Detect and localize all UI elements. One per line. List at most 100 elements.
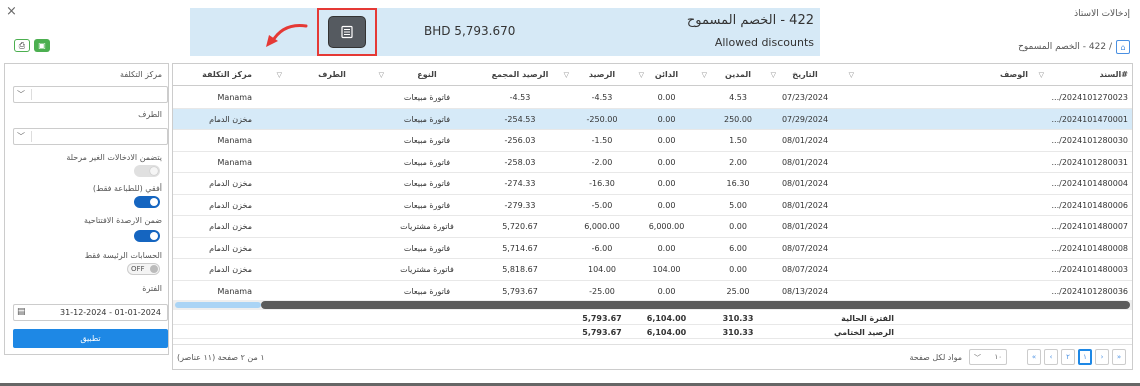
pager-button[interactable]: » xyxy=(1112,349,1126,365)
cost-center-label: مركز التكلفة xyxy=(120,70,162,79)
ledger-entries-window: × إدخالات الاستاذ / 422 - الخصم المسموح … xyxy=(0,0,1140,386)
table-row[interactable]: .../2024101480008 08/07/2024 6.00 0.00 -6.00… xyxy=(173,238,1132,259)
cell-debit: 0.00 xyxy=(729,265,747,274)
calendar-icon[interactable]: ▤ xyxy=(17,307,26,317)
cell-serial: .../2024101470001 xyxy=(1051,114,1129,124)
cell-serial: .../2024101480003 xyxy=(1051,265,1129,274)
print-button[interactable]: ⎙ xyxy=(14,39,30,52)
document-list-icon xyxy=(341,25,353,39)
period-date-range[interactable]: ▤ 31-12-2024 - 01-01-2024 xyxy=(13,304,168,321)
cell-type: فاتورة مبيعات xyxy=(403,243,451,253)
filter-icon[interactable]: ▽ xyxy=(702,71,707,79)
highlight-box xyxy=(317,8,377,56)
filter-icon[interactable]: ▽ xyxy=(277,71,282,79)
period-value: 31-12-2024 - 01-01-2024 xyxy=(60,308,161,317)
cell-cumulative: -274.33 xyxy=(504,179,536,188)
col-header-debit[interactable]: المدين xyxy=(714,64,762,86)
col-header-cost-center[interactable]: مركز التكلفة xyxy=(176,64,252,86)
pager-buttons: «‹ ٢ ١ ›» xyxy=(1027,349,1126,365)
scrollbar-thumb[interactable] xyxy=(261,301,1130,309)
summary-button[interactable] xyxy=(328,16,366,48)
cell-debit: 5.00 xyxy=(729,200,747,210)
party-select[interactable]: ﹀ xyxy=(13,128,168,145)
cell-date: 07/29/2024 xyxy=(781,114,829,124)
col-header-serial[interactable]: السند# xyxy=(1048,64,1128,86)
cell-cost-center: مخزن الدمام xyxy=(209,114,252,124)
table-row[interactable]: .../2024101280030 08/01/2024 1.50 0.00 -1.50… xyxy=(173,130,1132,152)
filter-icon[interactable]: ▽ xyxy=(639,71,644,79)
filter-icon[interactable]: ▽ xyxy=(1039,71,1044,79)
filter-icon[interactable]: ▽ xyxy=(849,71,854,79)
totals-label: الفترة الحالية xyxy=(841,314,894,323)
cell-type: فاتورة مبيعات xyxy=(403,157,451,167)
home-icon[interactable]: ⌂ xyxy=(1116,40,1130,54)
page-size-select[interactable]: ١٠ ﹀ xyxy=(969,349,1007,365)
filter-icon[interactable]: ▽ xyxy=(564,71,569,79)
col-header-party[interactable]: الطرف xyxy=(292,64,372,86)
cell-serial: .../2024101280030 xyxy=(1051,136,1129,145)
cell-cumulative: -258.03 xyxy=(504,157,536,167)
table-row[interactable]: .../2024101470001 07/29/2024 250.00 0.00 -25… xyxy=(173,108,1132,130)
table-row[interactable]: .../2024101480003 08/07/2024 0.00 104.00 104… xyxy=(173,259,1132,281)
toggle-state-text: OFF xyxy=(131,265,145,273)
horizontal-label: أفقي (للطباعة فقط) xyxy=(92,184,162,193)
chevron-down-icon: ﹀ xyxy=(974,354,981,362)
totals-balance: 5,793.67 xyxy=(582,328,622,337)
horizontal-toggle[interactable] xyxy=(134,196,160,208)
include-unposted-label: يتضمن الادخالات الغير مرحلة xyxy=(66,153,162,162)
col-header-date[interactable]: التاريخ xyxy=(770,64,840,86)
excel-icon: ▣ xyxy=(38,41,46,50)
opening-balances-toggle[interactable] xyxy=(134,230,160,242)
col-header-description[interactable]: الوصف xyxy=(948,64,1028,86)
main-accounts-toggle[interactable]: OFF xyxy=(127,263,160,275)
include-unposted-toggle[interactable] xyxy=(134,165,160,177)
col-header-balance[interactable]: الرصيد xyxy=(572,64,632,86)
cell-balance: -4.53 xyxy=(591,93,613,102)
cell-balance: -250.00 xyxy=(586,114,618,124)
pager-button[interactable]: ٢ xyxy=(1061,349,1075,365)
totals-balance: 5,793.67 xyxy=(582,314,622,323)
cell-debit: 6.00 xyxy=(729,243,747,253)
cell-cumulative: -279.33 xyxy=(504,200,536,210)
table-row[interactable]: .../2024101480007 08/01/2024 0.00 6,000.00 6… xyxy=(173,216,1132,238)
cost-center-select[interactable]: ﹀ xyxy=(13,86,168,103)
cell-cumulative: 5,793.67 xyxy=(502,286,538,296)
pager-button[interactable]: › xyxy=(1095,349,1109,365)
table-row[interactable]: .../2024101280036 08/13/2024 25.00 0.00 -25.… xyxy=(173,281,1132,302)
table-row[interactable]: .../2024101480004 08/01/2024 16.30 0.00 -16.… xyxy=(173,173,1132,195)
pager-button[interactable]: ‹ xyxy=(1044,349,1058,365)
col-header-cumulative[interactable]: الرصيد المجمع xyxy=(484,64,556,86)
table-row[interactable]: .../2024101280031 08/01/2024 2.00 0.00 -2.00… xyxy=(173,152,1132,173)
cell-cost-center: Manama xyxy=(217,136,252,145)
filter-icon[interactable]: ▽ xyxy=(771,71,776,79)
filter-icon[interactable]: ▽ xyxy=(379,71,384,79)
breadcrumb-text[interactable]: / 422 - الخصم المسموح xyxy=(1018,42,1112,52)
cell-credit: 0.00 xyxy=(657,286,676,296)
cell-credit: 6,000.00 xyxy=(648,222,685,231)
col-header-type[interactable]: النوع xyxy=(382,64,472,86)
cell-date: 08/01/2024 xyxy=(781,136,829,145)
cell-cumulative: -4.53 xyxy=(509,93,531,102)
close-icon[interactable]: × xyxy=(6,4,17,19)
annotation-arrow-icon xyxy=(266,24,308,47)
account-title-en: Allowed discounts xyxy=(714,36,814,49)
totals-label: الرصيد الختامي xyxy=(834,328,894,337)
cell-credit: 104.00 xyxy=(652,265,681,274)
cell-balance: 6,000.00 xyxy=(584,222,620,231)
cell-serial: .../2024101270023 xyxy=(1051,93,1129,102)
apply-button[interactable]: تطبيق xyxy=(13,329,168,348)
cell-debit: 4.53 xyxy=(729,93,747,102)
cell-type: فاتورة مبيعات xyxy=(403,200,451,210)
opening-balances-label: ضمن الارصدة الافتتاحية xyxy=(84,216,162,225)
horizontal-scrollbar[interactable] xyxy=(173,300,1132,310)
col-header-credit[interactable]: الدائن xyxy=(639,64,694,86)
pager-button[interactable]: ١ xyxy=(1078,349,1092,365)
table-row[interactable]: .../2024101480006 08/01/2024 5.00 0.00 -5.00… xyxy=(173,195,1132,216)
excel-export-button[interactable]: ▣ xyxy=(34,39,50,52)
export-toolbar: ⎙ ▣ xyxy=(14,39,50,52)
cell-credit: 0.00 xyxy=(657,93,676,102)
pager-button[interactable]: « xyxy=(1027,349,1041,365)
cell-type: فاتورة مبيعات xyxy=(403,179,451,188)
table-row[interactable]: .../2024101270023 07/23/2024 4.53 0.00 -4.53… xyxy=(173,87,1132,109)
cell-debit: 25.00 xyxy=(726,286,750,296)
